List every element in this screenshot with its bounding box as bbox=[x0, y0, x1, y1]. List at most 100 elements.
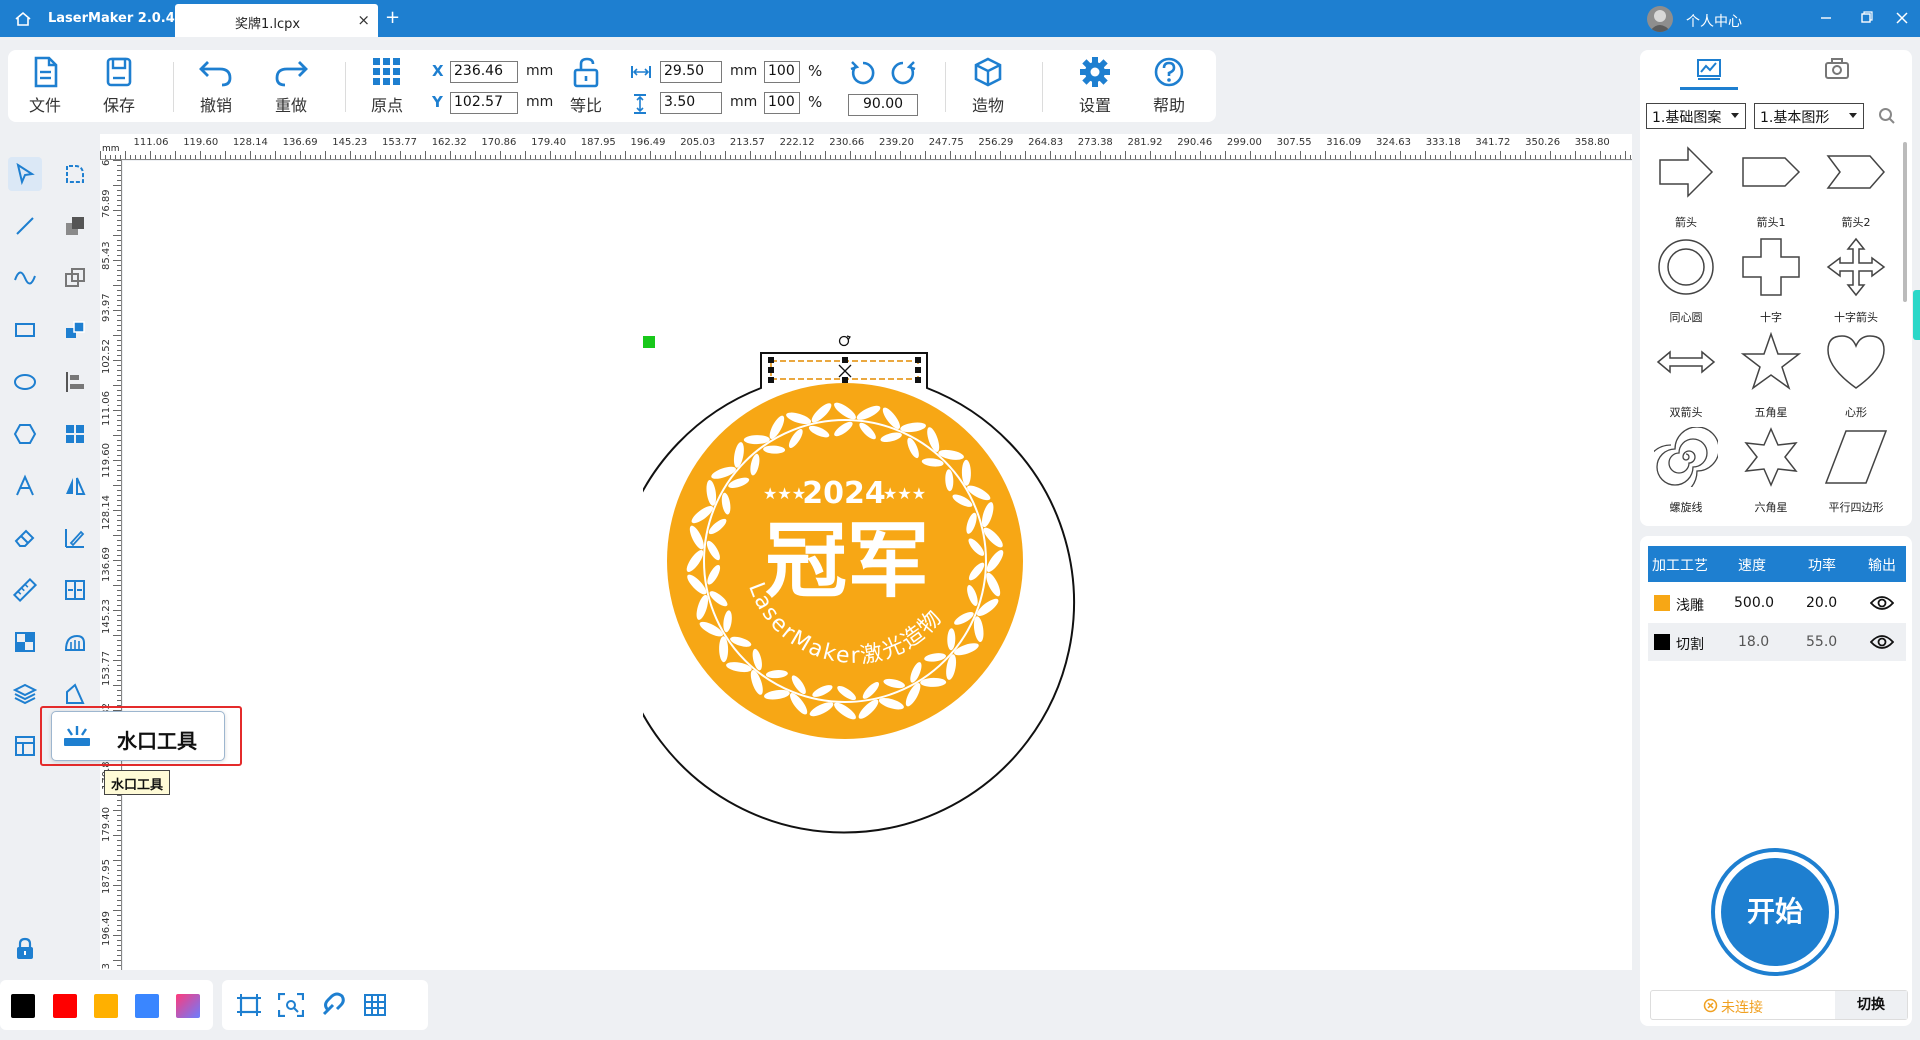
avatar[interactable] bbox=[1647, 6, 1673, 32]
width-scale-input[interactable]: 100 bbox=[764, 61, 800, 83]
design-canvas[interactable]: ★★★ ★★★ 2024 冠军 LaserMaker激光造物 bbox=[123, 161, 1632, 970]
ruler-tick-label: 281.92 bbox=[1127, 137, 1163, 148]
shape-item[interactable]: 六角星 bbox=[1733, 423, 1809, 515]
shape-item[interactable]: 双箭头 bbox=[1648, 328, 1724, 420]
eraser-tool-icon[interactable] bbox=[8, 521, 42, 555]
close-window-icon[interactable] bbox=[1892, 8, 1912, 28]
layer-tool-icon[interactable] bbox=[8, 677, 42, 711]
settings-button[interactable]: 设置 bbox=[1065, 56, 1125, 120]
group-tool-icon[interactable] bbox=[58, 313, 92, 347]
shape-item[interactable]: 同心圆 bbox=[1648, 233, 1724, 325]
polygon-tool-icon[interactable] bbox=[8, 417, 42, 451]
shape-item[interactable]: 心形 bbox=[1818, 328, 1894, 420]
ruler-tick bbox=[160, 155, 161, 159]
color-swatch-blue[interactable] bbox=[135, 994, 159, 1018]
color-swatch-gradient[interactable] bbox=[176, 994, 200, 1018]
build-button[interactable]: 造物 bbox=[958, 56, 1018, 120]
curve-tool-icon[interactable] bbox=[8, 261, 42, 295]
ruler-tick bbox=[605, 155, 606, 159]
ruler-tick-label: 358.80 bbox=[1574, 137, 1610, 148]
category-select[interactable]: 1.基础图案 bbox=[1646, 103, 1746, 129]
mirror-tool-icon[interactable] bbox=[58, 469, 92, 503]
distribute-tool-icon[interactable] bbox=[58, 573, 92, 607]
height-scale-input[interactable]: 100 bbox=[764, 92, 800, 114]
layer-speed[interactable]: 18.0 bbox=[1738, 634, 1769, 650]
boolean-tool-icon[interactable] bbox=[58, 209, 92, 243]
layer-power[interactable]: 20.0 bbox=[1806, 595, 1837, 611]
hatch-tool-icon[interactable] bbox=[58, 625, 92, 659]
link-icon[interactable] bbox=[320, 992, 346, 1018]
help-button[interactable]: 帮助 bbox=[1139, 56, 1199, 120]
shape-item[interactable]: 螺旋线 bbox=[1648, 423, 1724, 515]
line-tool-icon[interactable] bbox=[8, 209, 42, 243]
color-swatch-red[interactable] bbox=[53, 994, 77, 1018]
layer-speed[interactable]: 500.0 bbox=[1734, 595, 1774, 611]
align-tool-icon[interactable] bbox=[58, 365, 92, 399]
eye-icon[interactable] bbox=[1870, 634, 1894, 650]
shape-item[interactable]: 箭头2 bbox=[1818, 138, 1894, 230]
width-input[interactable]: 29.50 bbox=[660, 61, 722, 83]
start-button-label: 开始 bbox=[1721, 858, 1829, 966]
user-center-link[interactable]: 个人中心 bbox=[1686, 11, 1742, 31]
rotate-cw-icon[interactable] bbox=[888, 58, 918, 88]
file-button[interactable]: 文件 bbox=[15, 56, 75, 120]
shape-item[interactable]: 平行四边形 bbox=[1818, 423, 1894, 515]
shape-item[interactable]: 箭头1 bbox=[1733, 138, 1809, 230]
undo-button[interactable]: 撤销 bbox=[186, 56, 246, 120]
shape-item[interactable]: 五角星 bbox=[1733, 328, 1809, 420]
close-tab-icon[interactable]: × bbox=[357, 11, 370, 29]
layer-row[interactable]: 浅雕 500.0 20.0 bbox=[1648, 584, 1906, 622]
shape-item[interactable]: 十字 bbox=[1733, 233, 1809, 325]
medal-design[interactable]: ★★★ ★★★ 2024 冠军 LaserMaker激光造物 bbox=[643, 313, 1253, 843]
array-tool-icon[interactable] bbox=[58, 417, 92, 451]
rectangle-tool-icon[interactable] bbox=[8, 313, 42, 347]
ruler-tick bbox=[1275, 151, 1276, 159]
select-tool-icon[interactable] bbox=[8, 157, 42, 191]
y-position-input[interactable]: 102.57 bbox=[450, 92, 518, 114]
layer-power[interactable]: 55.0 bbox=[1806, 634, 1837, 650]
ruler-tick bbox=[560, 155, 561, 159]
fit-frame-icon[interactable] bbox=[236, 993, 262, 1017]
text-tool-icon[interactable] bbox=[8, 469, 42, 503]
lock-icon[interactable] bbox=[8, 932, 42, 966]
node-edit-tool-icon[interactable] bbox=[58, 157, 92, 191]
color-swatch-black[interactable] bbox=[11, 994, 35, 1018]
home-icon[interactable] bbox=[14, 10, 32, 28]
tab-camera-icon[interactable] bbox=[1824, 58, 1850, 80]
shape-item[interactable]: 箭头 bbox=[1648, 138, 1724, 230]
minimize-icon[interactable] bbox=[1816, 8, 1836, 28]
edit-path-tool-icon[interactable] bbox=[58, 521, 92, 555]
side-drawer-handle[interactable] bbox=[1913, 290, 1920, 340]
height-input[interactable]: 3.50 bbox=[660, 92, 722, 114]
x-position-input[interactable]: 236.46 bbox=[450, 61, 518, 83]
maximize-icon[interactable] bbox=[1856, 8, 1876, 28]
panel-tool-icon[interactable] bbox=[8, 729, 42, 763]
eye-icon[interactable] bbox=[1870, 595, 1894, 611]
shape-item[interactable]: 十字箭头 bbox=[1818, 233, 1894, 325]
measure-tool-icon[interactable] bbox=[8, 573, 42, 607]
rotate-ccw-icon[interactable] bbox=[848, 58, 878, 88]
ruler-tick bbox=[1600, 151, 1601, 159]
proportional-lock-button[interactable]: 等比 bbox=[556, 56, 616, 120]
tab-shapes-icon[interactable] bbox=[1696, 58, 1722, 80]
ellipse-tool-icon[interactable] bbox=[8, 365, 42, 399]
sprue-tool-popup[interactable]: 水口工具 bbox=[51, 711, 225, 761]
save-button[interactable]: 保存 bbox=[89, 56, 149, 120]
color-swatch-orange[interactable] bbox=[94, 994, 118, 1018]
new-tab-button[interactable]: + bbox=[385, 7, 400, 28]
redo-button[interactable]: 重做 bbox=[261, 56, 321, 120]
switch-button[interactable]: 切换 bbox=[1835, 991, 1907, 1019]
rotation-input[interactable]: 90.00 bbox=[848, 94, 918, 116]
shape-type-select[interactable]: 1.基本图形 bbox=[1754, 103, 1864, 129]
shape-scrollbar[interactable] bbox=[1903, 142, 1907, 302]
search-icon[interactable] bbox=[1878, 107, 1896, 125]
layer-row[interactable]: 切割 18.0 55.0 bbox=[1648, 623, 1906, 661]
copy-tool-icon[interactable] bbox=[58, 261, 92, 295]
spiral-icon bbox=[1654, 427, 1718, 487]
document-tab[interactable]: 奖牌1.lcpx × bbox=[175, 4, 378, 37]
grid-icon[interactable] bbox=[362, 992, 388, 1018]
origin-button[interactable]: 原点 bbox=[357, 56, 417, 120]
image-tool-icon[interactable] bbox=[8, 625, 42, 659]
scan-icon[interactable] bbox=[278, 993, 304, 1017]
start-button[interactable]: 开始 bbox=[1711, 848, 1839, 976]
